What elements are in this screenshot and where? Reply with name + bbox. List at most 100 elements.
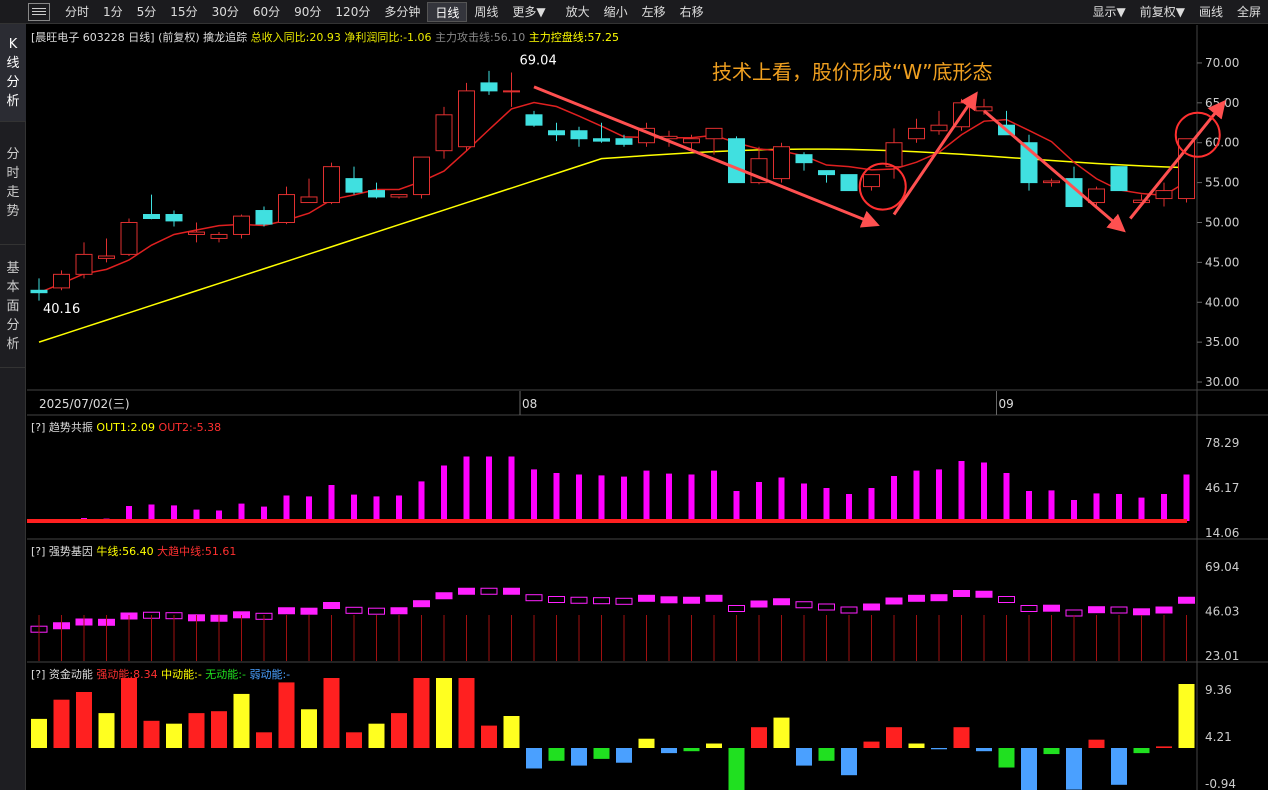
momentum-bar-25 (593, 748, 610, 759)
period-tab-3[interactable]: 15分 (163, 2, 204, 22)
candle-body-48 (1110, 166, 1128, 192)
candle-body-16 (390, 194, 408, 198)
pane-series-0-0: OUT1:2.09 (96, 421, 158, 434)
trend-bar-14 (351, 494, 357, 521)
action-button-0[interactable]: 放大 (559, 2, 597, 22)
right-button-2[interactable]: 画线 (1192, 2, 1230, 22)
candle-body-34 (795, 154, 813, 164)
momentum-bar-4 (121, 678, 137, 748)
period-tab-9[interactable]: 日线 (427, 1, 468, 22)
kline-chart[interactable]: 70.00 65.00 60.00 55.00 50.00 45.00 40.00 35.00… (27, 25, 1268, 790)
pane-ytick-2-1: 4.21 (1205, 730, 1232, 744)
trend-bar-51 (1183, 474, 1190, 521)
ytick-label-3: 55.00 (1205, 176, 1239, 190)
trend-bar-29 (688, 474, 695, 521)
trend-bar-44 (1026, 491, 1032, 521)
title-field-6: 主力控盘线:57.25 (525, 30, 619, 44)
right-button-1[interactable]: 前复权▼ (1133, 2, 1192, 22)
menu-icon[interactable] (28, 2, 50, 21)
candle-body-30 (705, 127, 723, 140)
candle-body-18 (435, 114, 453, 152)
action-button-1[interactable]: 缩小 (597, 2, 635, 22)
action-button-2[interactable]: 左移 (635, 2, 673, 22)
gene-box-21 (503, 587, 520, 595)
momentum-bar-16 (391, 713, 407, 748)
right-button-3[interactable]: 全屏 (1230, 2, 1268, 22)
trend-bar-48 (1116, 494, 1122, 521)
nav-tab-0[interactable]: K线分析 (0, 24, 26, 122)
period-tab-4[interactable]: 30分 (205, 2, 246, 22)
momentum-bar-38 (886, 727, 902, 748)
gene-box-22 (525, 594, 543, 602)
trend-bar-37 (868, 488, 875, 521)
trend-bar-13 (328, 485, 335, 521)
gene-box-20 (480, 587, 498, 595)
gene-box-36 (840, 606, 858, 614)
candle-body-21 (503, 90, 520, 93)
gene-box-27 (638, 594, 655, 602)
nav-tab-2[interactable]: 基本面分析 (0, 245, 26, 368)
gene-box-47 (1088, 606, 1105, 614)
ytick-label-2: 60.00 (1205, 136, 1239, 150)
pane-ytick-0-2: 14.06 (1205, 526, 1239, 540)
gene-box-50 (1155, 606, 1173, 614)
momentum-bar-9 (233, 693, 250, 748)
title-field-3: 总收入同比:20.93 (247, 30, 341, 44)
candle-body-20 (480, 82, 498, 92)
period-tab-5[interactable]: 60分 (246, 2, 287, 22)
trend-bar-39 (913, 470, 920, 521)
nav-tab-1[interactable]: 分时走势 (0, 122, 26, 245)
trend-bar-49 (1138, 497, 1145, 521)
candle-body-25 (593, 138, 610, 142)
trend-bar-18 (441, 465, 447, 521)
candle-body-33 (773, 146, 790, 180)
momentum-bar-0 (31, 718, 47, 748)
gene-box-30 (705, 594, 723, 602)
pane-series-2-3: 弱动能:- (249, 667, 290, 681)
candle-body-9 (233, 215, 250, 235)
pane-series-2-1: 中动能:- (161, 667, 205, 681)
trend-bar-30 (711, 470, 717, 521)
momentum-bar-41 (953, 727, 970, 748)
gene-box-16 (390, 607, 408, 615)
gene-box-41 (953, 590, 970, 597)
period-tab-10[interactable]: 周线 (467, 2, 505, 22)
period-tab-2[interactable]: 5分 (130, 2, 164, 22)
trend-bar-27 (643, 470, 650, 521)
right-button-0[interactable]: 显示▼ (1086, 2, 1133, 22)
momentum-bar-1 (53, 699, 70, 748)
ytick-label-0: 70.00 (1205, 56, 1239, 70)
momentum-bar-48 (1111, 748, 1127, 785)
candle-body-37 (863, 174, 880, 188)
trend-bar-23 (553, 473, 560, 521)
pane-ytick-1-1: 46.03 (1205, 605, 1239, 619)
period-tab-11[interactable]: 更多▼ (505, 2, 552, 22)
trend-bar-5 (148, 504, 155, 521)
momentum-bar-34 (796, 748, 812, 766)
momentum-bar-46 (1066, 748, 1082, 790)
momentum-bar-22 (526, 748, 542, 769)
candle-body-24 (570, 130, 588, 140)
gene-box-33 (773, 598, 790, 606)
trend-bar-28 (666, 473, 672, 521)
trend-bar-6 (171, 505, 177, 521)
pane-series-1-1: 大趋中线:51.61 (157, 544, 236, 558)
trend-bar-15 (373, 496, 380, 521)
pane-title-2: [?] 资金动能 强动能:8.34 中动能:- 无动能:- 弱动能:- (31, 667, 290, 681)
annotation-text: 技术上看，股价形成“W”底形态 (712, 60, 993, 84)
left-nav: K线分析分时走势基本面分析 (0, 24, 26, 790)
period-tab-6[interactable]: 90分 (287, 2, 328, 22)
period-tab-8[interactable]: 多分钟 (377, 2, 427, 22)
action-button-3[interactable]: 右移 (673, 2, 711, 22)
period-tab-0[interactable]: 分时 (58, 2, 96, 22)
trend-bar-21 (508, 456, 515, 521)
candle-body-10 (255, 210, 273, 225)
gene-box-51 (1178, 596, 1195, 604)
momentum-bar-8 (211, 711, 227, 748)
ytick-label-5: 45.00 (1205, 255, 1239, 269)
candle-body-31 (728, 138, 745, 184)
momentum-bar-29 (683, 748, 700, 752)
candle-body-6 (165, 214, 183, 222)
period-tab-1[interactable]: 1分 (96, 2, 130, 22)
period-tab-7[interactable]: 120分 (328, 2, 377, 22)
